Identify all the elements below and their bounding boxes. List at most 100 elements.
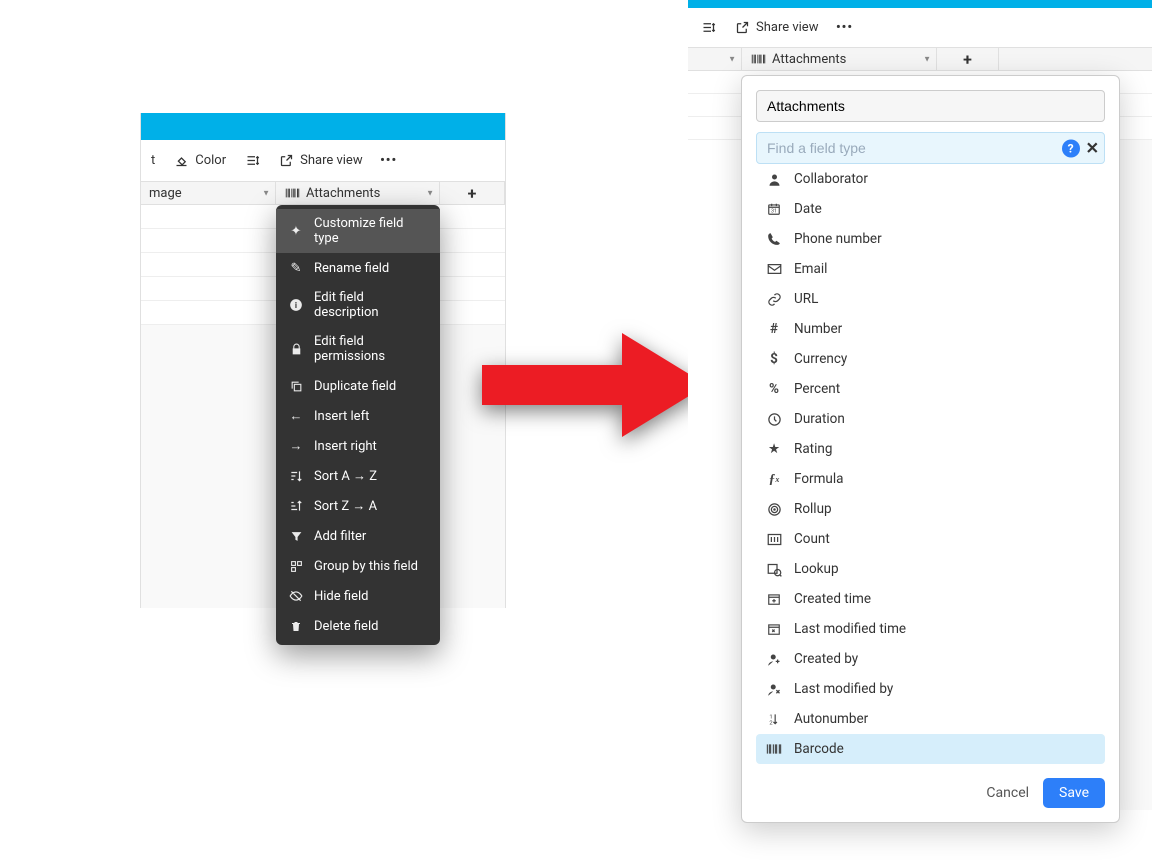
menu-duplicate-field[interactable]: Duplicate field <box>276 371 440 401</box>
field-type-label: Formula <box>794 471 844 487</box>
help-icon[interactable]: ? <box>1062 139 1080 157</box>
save-button[interactable]: Save <box>1043 778 1105 808</box>
menu-label: Edit field description <box>314 290 428 320</box>
column-header-blank[interactable]: ▼ <box>688 48 742 70</box>
field-type-label: Created by <box>794 651 858 667</box>
menu-label: Customize field type <box>314 216 428 246</box>
menu-label: Sort Z → A <box>314 498 377 514</box>
row-height-button[interactable] <box>700 20 716 36</box>
col-attachments-label: Attachments <box>306 186 380 201</box>
field-type-url[interactable]: URL <box>756 284 1105 314</box>
column-header-mage[interactable]: mage ▼ <box>141 182 276 204</box>
person-icon <box>766 171 782 187</box>
field-type-list: Collaborator 31Date Phone number Email U… <box>756 164 1105 764</box>
info-icon: i <box>288 297 304 313</box>
chevron-down-icon[interactable]: ▼ <box>728 55 736 64</box>
color-label: Color <box>195 153 226 168</box>
menu-sort-a-z[interactable]: Sort A → Z <box>276 461 440 491</box>
field-type-autonumber[interactable]: 12Autonumber <box>756 704 1105 734</box>
field-type-phone[interactable]: Phone number <box>756 224 1105 254</box>
field-type-label: Last modified time <box>794 621 906 637</box>
sort-asc-icon <box>288 468 304 484</box>
svg-text:1: 1 <box>769 714 772 720</box>
field-type-formula[interactable]: ƒxFormula <box>756 464 1105 494</box>
menu-label: Sort A → Z <box>314 468 377 484</box>
menu-group-by-field[interactable]: Group by this field <box>276 551 440 581</box>
color-button[interactable]: Color <box>173 153 226 169</box>
share-icon <box>278 153 294 169</box>
row-height-icon <box>244 153 260 169</box>
field-name-input[interactable] <box>756 90 1105 122</box>
menu-label: Duplicate field <box>314 379 396 394</box>
link-icon <box>766 291 782 307</box>
menu-label: Group by this field <box>314 559 418 574</box>
calendar-icon: 31 <box>766 201 782 217</box>
chevron-down-icon[interactable]: ▼ <box>923 55 931 64</box>
field-type-collaborator[interactable]: Collaborator <box>756 164 1105 194</box>
count-icon <box>766 531 782 547</box>
share-view-button[interactable]: Share view <box>278 153 362 169</box>
menu-insert-left[interactable]: ←Insert left <box>276 401 440 431</box>
more-button[interactable]: ••• <box>381 153 397 169</box>
add-column-button[interactable]: + <box>937 48 999 70</box>
field-type-created-by[interactable]: Created by <box>756 644 1105 674</box>
menu-customize-field-type[interactable]: ✦ Customize field type <box>276 209 440 253</box>
copy-icon <box>288 378 304 394</box>
column-header-attachments[interactable]: Attachments ▼ <box>742 48 937 70</box>
chevron-down-icon[interactable]: ▼ <box>426 189 434 198</box>
more-button[interactable]: ••• <box>836 20 852 36</box>
field-type-rollup[interactable]: Rollup <box>756 494 1105 524</box>
field-type-currency[interactable]: $Currency <box>756 344 1105 374</box>
hash-icon: # <box>766 321 782 337</box>
share-view-label: Share view <box>300 153 362 168</box>
arrow-left-icon: ← <box>288 408 304 424</box>
close-icon[interactable]: ✕ <box>1086 139 1099 158</box>
field-type-barcode[interactable]: Barcode <box>756 734 1105 764</box>
menu-sort-z-a[interactable]: Sort Z → A <box>276 491 440 521</box>
share-icon <box>734 20 750 36</box>
lookup-icon <box>766 561 782 577</box>
share-view-button[interactable]: Share view <box>734 20 818 36</box>
field-type-label: Rollup <box>794 501 832 517</box>
field-type-date[interactable]: 31Date <box>756 194 1105 224</box>
column-header-attachments[interactable]: Attachments ▼ <box>276 182 440 204</box>
field-type-label: Duration <box>794 411 845 427</box>
field-type-label: Email <box>794 261 827 277</box>
row-height-button[interactable] <box>244 153 260 169</box>
field-type-rating[interactable]: ★Rating <box>756 434 1105 464</box>
menu-rename-field[interactable]: ✎Rename field <box>276 253 440 283</box>
column-header-row: mage ▼ Attachments ▼ + <box>141 181 505 205</box>
percent-icon: % <box>766 381 782 397</box>
field-type-modified-time[interactable]: Last modified time <box>756 614 1105 644</box>
field-type-modified-by[interactable]: Last modified by <box>756 674 1105 704</box>
field-type-lookup[interactable]: Lookup <box>756 554 1105 584</box>
menu-edit-description[interactable]: i Edit field description <box>276 283 440 327</box>
find-field-type-input[interactable] <box>756 132 1105 164</box>
blue-accent-bar <box>141 113 505 140</box>
field-type-number[interactable]: #Number <box>756 314 1105 344</box>
field-type-percent[interactable]: %Percent <box>756 374 1105 404</box>
menu-insert-right[interactable]: →Insert right <box>276 431 440 461</box>
sparkle-icon: ✦ <box>288 223 304 239</box>
menu-edit-permissions[interactable]: Edit field permissions <box>276 327 440 371</box>
field-type-count[interactable]: Count <box>756 524 1105 554</box>
svg-text:31: 31 <box>771 209 777 215</box>
field-type-created-time[interactable]: Created time <box>756 584 1105 614</box>
menu-hide-field[interactable]: Hide field <box>276 581 440 611</box>
eye-slash-icon <box>288 588 304 604</box>
share-view-label: Share view <box>756 20 818 35</box>
filter-icon <box>288 528 304 544</box>
star-icon: ★ <box>766 441 782 457</box>
arrow-right-icon: → <box>288 438 304 454</box>
popover-footer: Cancel Save <box>756 778 1105 808</box>
field-type-email[interactable]: Email <box>756 254 1105 284</box>
menu-add-filter[interactable]: Add filter <box>276 521 440 551</box>
field-type-duration[interactable]: Duration <box>756 404 1105 434</box>
pencil-icon: ✎ <box>288 260 304 276</box>
add-column-button[interactable]: + <box>440 182 505 204</box>
row-height-icon <box>700 20 716 36</box>
cancel-button[interactable]: Cancel <box>986 785 1029 801</box>
view-toolbar: t Color Share view ••• <box>141 140 505 181</box>
menu-delete-field[interactable]: Delete field <box>276 611 440 641</box>
chevron-down-icon[interactable]: ▼ <box>262 189 270 198</box>
